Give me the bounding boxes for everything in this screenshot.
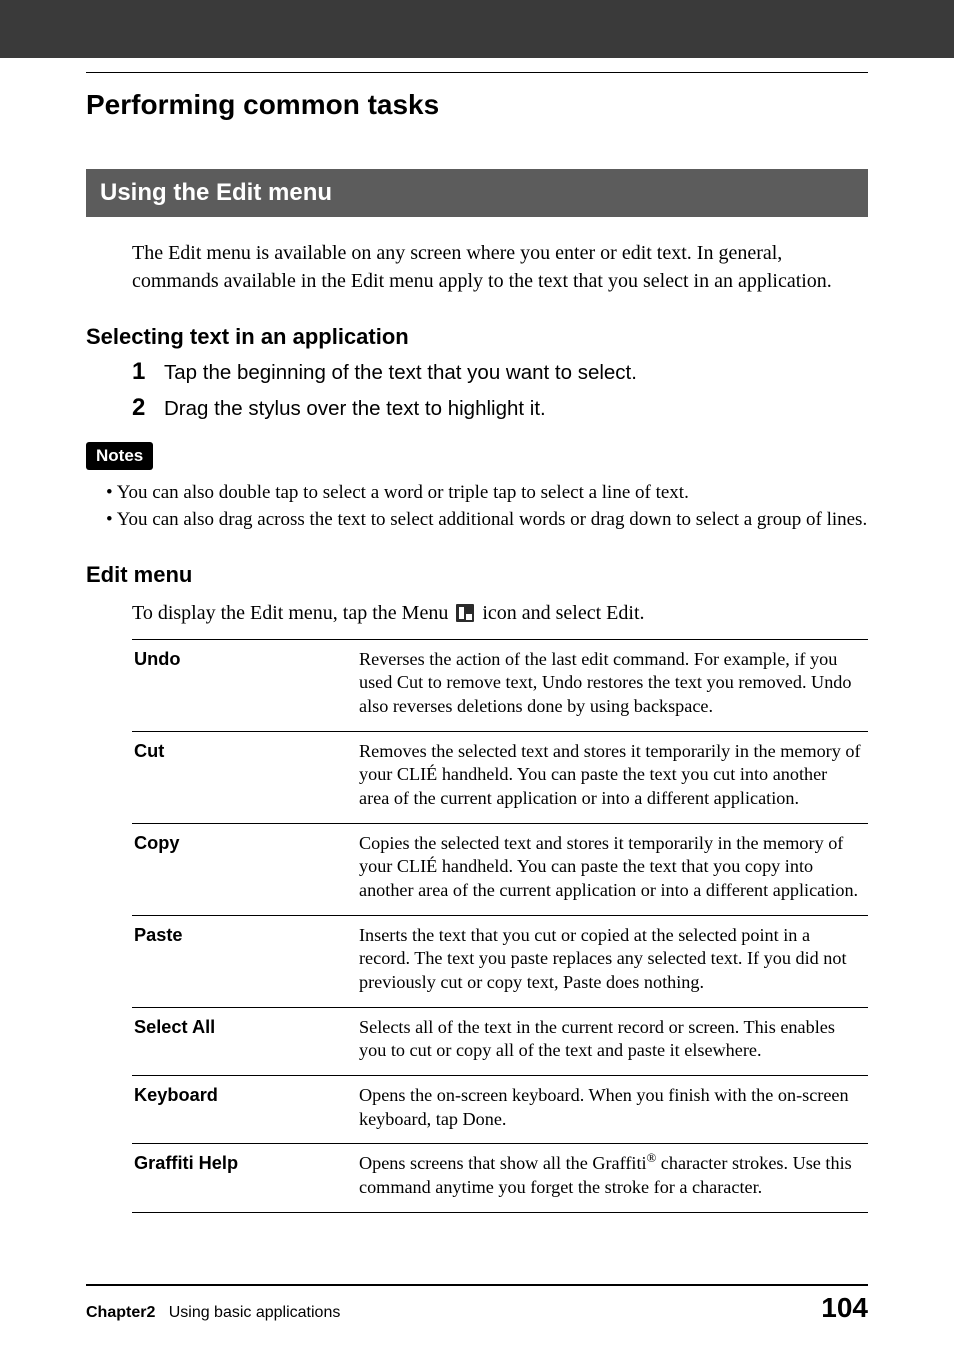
term-select-all: Select All bbox=[132, 1007, 357, 1075]
step-text: Drag the stylus over the text to highlig… bbox=[164, 397, 546, 421]
desc-keyboard: Opens the on-screen keyboard. When you f… bbox=[357, 1075, 868, 1143]
page-number: 104 bbox=[821, 1292, 868, 1324]
page-title: Performing common tasks bbox=[86, 89, 868, 121]
step-1: 1 Tap the beginning of the text that you… bbox=[132, 358, 868, 386]
table-row: Select All Selects all of the text in th… bbox=[132, 1007, 868, 1075]
registered-symbol: ® bbox=[647, 1151, 657, 1165]
display-edit-instruction: To display the Edit menu, tap the Menu i… bbox=[132, 602, 868, 625]
table-row: Paste Inserts the text that you cut or c… bbox=[132, 915, 868, 1007]
term-graffiti-help: Graffiti Help bbox=[132, 1144, 357, 1212]
desc-copy: Copies the selected text and stores it t… bbox=[357, 823, 868, 915]
header-bar bbox=[0, 0, 954, 58]
header-rule bbox=[86, 72, 868, 73]
menu-icon bbox=[456, 604, 474, 622]
table-row: Graffiti Help Opens screens that show al… bbox=[132, 1144, 868, 1212]
notes-list: You can also double tap to select a word… bbox=[106, 480, 868, 534]
desc-graffiti-help: Opens screens that show all the Graffiti… bbox=[357, 1144, 868, 1212]
selecting-heading: Selecting text in an application bbox=[86, 324, 868, 350]
term-paste: Paste bbox=[132, 915, 357, 1007]
section-band: Using the Edit menu bbox=[86, 169, 868, 217]
footer: Chapter2 Using basic applications 104 bbox=[86, 1292, 868, 1324]
desc-cut: Removes the selected text and stores it … bbox=[357, 731, 868, 823]
table-row: Undo Reverses the action of the last edi… bbox=[132, 639, 868, 731]
edit-menu-table: Undo Reverses the action of the last edi… bbox=[132, 639, 868, 1213]
chapter-label: Chapter2 bbox=[86, 1304, 155, 1321]
desc-paste: Inserts the text that you cut or copied … bbox=[357, 915, 868, 1007]
term-undo: Undo bbox=[132, 639, 357, 731]
desc-undo: Reverses the action of the last edit com… bbox=[357, 639, 868, 731]
graffiti-pre: Opens screens that show all the Graffiti bbox=[359, 1153, 647, 1173]
term-copy: Copy bbox=[132, 823, 357, 915]
note-item: You can also drag across the text to sel… bbox=[122, 507, 868, 534]
footer-left: Chapter2 Using basic applications bbox=[86, 1304, 340, 1322]
table-row: Copy Copies the selected text and stores… bbox=[132, 823, 868, 915]
term-keyboard: Keyboard bbox=[132, 1075, 357, 1143]
intro-paragraph: The Edit menu is available on any screen… bbox=[132, 239, 868, 296]
editmenu-heading: Edit menu bbox=[86, 562, 868, 588]
instruction-post: icon and select Edit. bbox=[482, 602, 644, 625]
notes-label: Notes bbox=[86, 442, 153, 470]
instruction-pre: To display the Edit menu, tap the Menu bbox=[132, 602, 448, 625]
step-text: Tap the beginning of the text that you w… bbox=[164, 361, 637, 385]
footer-rule bbox=[86, 1284, 868, 1286]
table-row: Keyboard Opens the on-screen keyboard. W… bbox=[132, 1075, 868, 1143]
chapter-title: Using basic applications bbox=[169, 1304, 341, 1321]
step-number: 1 bbox=[132, 358, 164, 386]
term-cut: Cut bbox=[132, 731, 357, 823]
table-row: Cut Removes the selected text and stores… bbox=[132, 731, 868, 823]
desc-select-all: Selects all of the text in the current r… bbox=[357, 1007, 868, 1075]
step-2: 2 Drag the stylus over the text to highl… bbox=[132, 394, 868, 422]
note-item: You can also double tap to select a word… bbox=[122, 480, 868, 507]
step-number: 2 bbox=[132, 394, 164, 422]
